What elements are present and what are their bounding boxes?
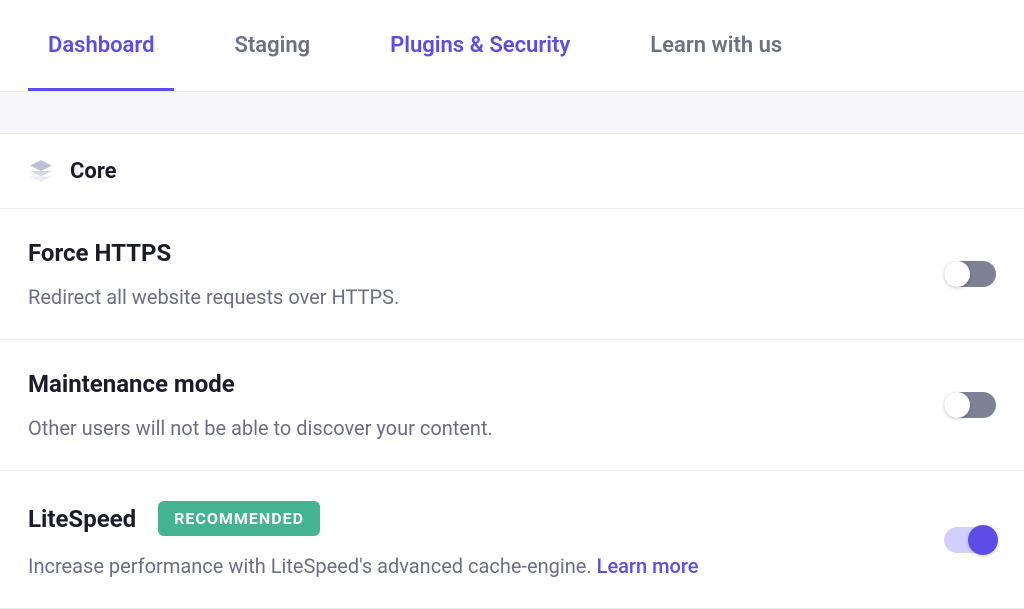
setting-maintenance: Maintenance mode Other users will not be… <box>0 340 1024 471</box>
header-spacer <box>0 92 1024 134</box>
setting-litespeed-title: LiteSpeed <box>28 505 136 533</box>
learn-more-link[interactable]: Learn more <box>597 554 699 578</box>
setting-maintenance-title: Maintenance mode <box>28 370 235 398</box>
layers-icon <box>28 158 54 184</box>
setting-litespeed-text: LiteSpeed RECOMMENDED Increase performan… <box>28 501 944 578</box>
tab-staging-label: Staging <box>234 33 310 58</box>
tab-staging[interactable]: Staging <box>214 0 330 91</box>
tab-dashboard-label: Dashboard <box>48 33 154 58</box>
setting-maintenance-desc: Other users will not be able to discover… <box>28 416 944 440</box>
tab-learn[interactable]: Learn with us <box>630 0 802 91</box>
setting-https-title: Force HTTPS <box>28 239 171 267</box>
toggle-maintenance[interactable] <box>944 392 996 418</box>
setting-maintenance-text: Maintenance mode Other users will not be… <box>28 370 944 440</box>
setting-litespeed: LiteSpeed RECOMMENDED Increase performan… <box>0 471 1024 609</box>
section-title: Core <box>70 159 117 184</box>
setting-litespeed-desc: Increase performance with LiteSpeed's ad… <box>28 554 944 578</box>
tabs-nav: Dashboard Staging Plugins & Security Lea… <box>0 0 1024 92</box>
tab-learn-label: Learn with us <box>650 33 782 58</box>
tab-plugins-label: Plugins & Security <box>390 33 570 58</box>
tab-dashboard[interactable]: Dashboard <box>28 0 174 91</box>
setting-https-desc: Redirect all website requests over HTTPS… <box>28 285 944 309</box>
setting-force-https: Force HTTPS Redirect all website request… <box>0 209 1024 340</box>
tab-plugins-security[interactable]: Plugins & Security <box>370 0 590 91</box>
setting-https-text: Force HTTPS Redirect all website request… <box>28 239 944 309</box>
toggle-force-https[interactable] <box>944 261 996 287</box>
toggle-litespeed[interactable] <box>944 527 996 553</box>
section-header: Core <box>0 134 1024 209</box>
recommended-badge: RECOMMENDED <box>158 501 320 536</box>
setting-litespeed-desc-text: Increase performance with LiteSpeed's ad… <box>28 554 597 578</box>
